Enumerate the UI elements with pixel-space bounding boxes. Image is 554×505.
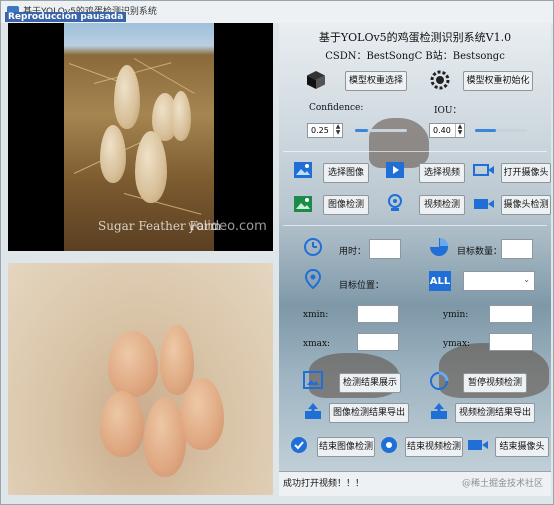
end-camera-button[interactable]: 结束摄像头 [495,437,549,457]
app-title: 基于YOLOv5的鸡蛋检测识别系统V1.0 [318,31,512,44]
pie-chart-icon [429,237,449,257]
cube-icon [305,69,327,91]
end-image-detect-button[interactable]: 结束图像检测 [317,437,375,457]
iou-spinbox[interactable]: 0.40 ▲ ▼ [429,123,465,138]
video-detect-button[interactable]: 视频检测 [419,195,465,215]
confidence-slider-fill [355,129,368,132]
confidence-label: Confidence: [309,103,364,113]
results-image-icon [303,371,323,389]
time-label: 用时： [339,247,367,257]
author-line: CSDN：BestSongC B站：Bestsongc [325,51,505,62]
image-detect-icon [293,195,313,213]
eggs-nest-photo [64,23,214,251]
select-all-icon: ALL [429,271,451,291]
time-value-field [369,239,401,259]
select-video-button[interactable]: 选择视频 [419,163,465,183]
video-file-icon [385,161,405,179]
ymin-field [489,305,533,323]
ymin-label: ymin: [443,310,469,320]
end-image-icon [289,435,309,455]
xmin-field [357,305,399,323]
status-text: 成功打开视频！！！ [283,479,365,489]
watermark-text: @稀土掘金技术社区 [461,479,543,489]
overlay-badge: Reproducción pausada [5,12,127,22]
detection-result-panel [8,263,273,495]
video-camera-icon [473,195,495,213]
open-camera-button[interactable]: 打开摄像头 [501,163,551,183]
iou-label: IOU： [434,106,462,116]
pause-video-detect-button[interactable]: 暂停视频检测 [463,373,527,393]
export-video-icon [429,401,449,421]
iou-slider-fill [475,129,496,132]
ymax-field [489,333,533,351]
model-weight-init-button[interactable]: 模型权重初始化 [463,71,533,91]
confidence-spinbox[interactable]: 0.25 ▲ ▼ [307,123,343,138]
end-camera-icon [467,435,489,455]
target-select-dropdown[interactable]: ⌄ [463,271,535,291]
ymax-label: ymax: [443,339,471,349]
control-panel: 基于YOLOv5的鸡蛋检测识别系统V1.0 CSDN：BestSongC B站：… [279,23,551,496]
clock-icon [303,237,323,257]
gear-icon [429,69,451,91]
camera-detect-button[interactable]: 摄像头检测 [501,195,551,215]
xmax-label: xmax: [303,339,331,349]
end-video-icon [379,435,399,455]
status-bar: 成功打开视频！！！ @稀土掘金技术社区 [279,471,551,496]
xmin-label: xmin: [303,310,329,320]
chevron-down-icon: ⌄ [523,275,530,284]
target-location-label: 目标位置： [339,281,385,291]
photo-watermark-site: yolideo.com [188,219,267,234]
webcam-icon [385,193,405,213]
camera-icon [473,161,495,179]
location-pin-icon [303,269,323,289]
pause-icon [429,371,449,391]
app-window: 基于YOLOv5的鸡蛋检测识别系统 Reproducción pausada S… [0,0,554,505]
end-video-detect-button[interactable]: 结束视频检测 [405,437,463,457]
export-image-icon [303,401,323,421]
original-image-panel: Sugar Feather Farm yolideo.com [8,23,273,251]
export-image-results-button[interactable]: 图像检测结果导出 [329,403,409,423]
image-icon [293,161,313,179]
title-bar: 基于YOLOv5的鸡蛋检测识别系统 Reproducción pausada [1,1,553,23]
model-weight-select-button[interactable]: 模型权重选择 [345,71,407,91]
target-count-field [501,239,533,259]
select-image-button[interactable]: 选择图像 [323,163,369,183]
target-count-label: 目标数量： [457,247,503,257]
show-results-button[interactable]: 检测结果展示 [339,373,401,393]
xmax-field [357,333,399,351]
image-detect-button[interactable]: 图像检测 [323,195,369,215]
export-video-results-button[interactable]: 视频检测结果导出 [455,403,535,423]
